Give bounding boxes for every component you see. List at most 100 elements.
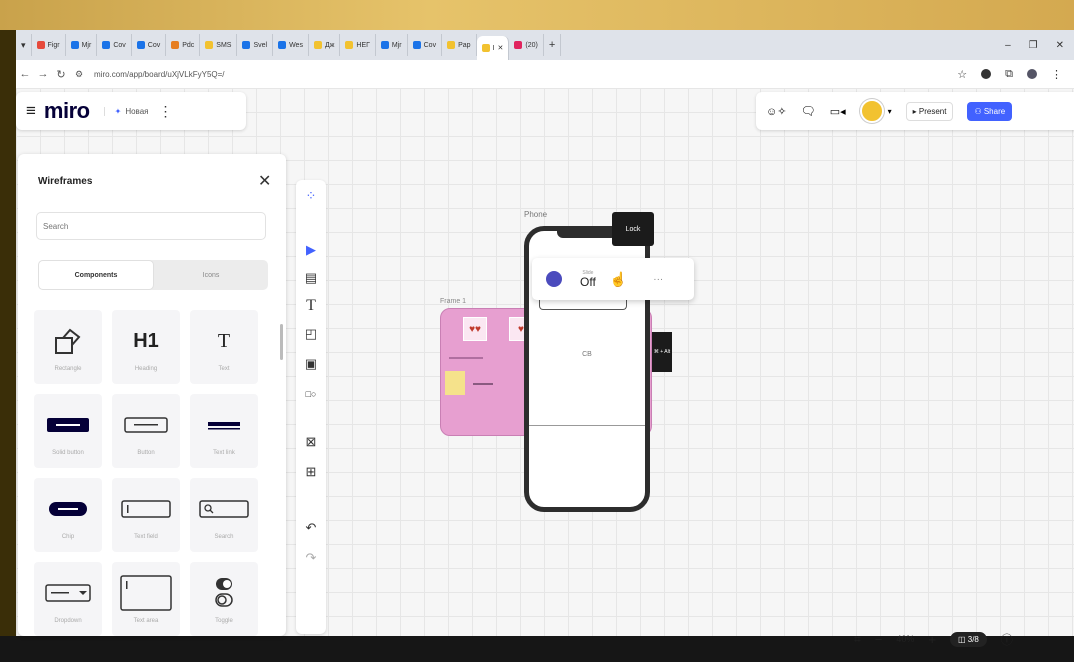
- url-field[interactable]: miro.com/app/board/uXjVLkFyY5Q=/: [94, 70, 225, 79]
- component-tile[interactable]: Solid button: [34, 394, 102, 468]
- avatar[interactable]: [859, 99, 884, 123]
- text-link-icon: [190, 408, 258, 442]
- back-icon[interactable]: ←: [16, 68, 34, 80]
- tab-search-icon[interactable]: ▾: [16, 34, 32, 56]
- main-menu-icon[interactable]: ≡: [26, 101, 36, 121]
- profile-icon[interactable]: [1027, 69, 1037, 79]
- component-tile[interactable]: Chip: [34, 478, 102, 552]
- tab-icons[interactable]: Icons: [154, 260, 268, 290]
- present-button[interactable]: ▸ Present: [905, 101, 954, 121]
- search-field-icon: [190, 492, 258, 526]
- shapes-icon[interactable]: □○: [296, 382, 326, 406]
- panel-scrollbar[interactable]: [280, 324, 283, 360]
- component-tile[interactable]: Text area: [112, 562, 180, 636]
- comments-icon[interactable]: 🗨: [800, 104, 815, 118]
- component-label: Search: [214, 534, 234, 540]
- browser-tab[interactable]: Mjr: [376, 34, 408, 56]
- component-tile[interactable]: Rectangle: [34, 310, 102, 384]
- panel-tabs: Components Icons: [38, 260, 268, 290]
- fit-screen-icon[interactable]: ⌗: [854, 632, 861, 647]
- pages-button[interactable]: ◫ 3/8: [949, 631, 987, 647]
- browser-tab[interactable]: Figr: [32, 34, 66, 56]
- board-name[interactable]: ✦ Новая: [103, 106, 148, 116]
- component-tile[interactable]: Text link: [190, 394, 258, 468]
- close-icon[interactable]: ✕: [258, 171, 271, 191]
- share-button[interactable]: ⚇ Share: [967, 101, 1013, 121]
- component-tile[interactable]: Text field: [112, 478, 180, 552]
- close-window-icon[interactable]: ✕: [1056, 40, 1064, 51]
- component-label: Toggle: [215, 618, 233, 624]
- ai-tools-icon[interactable]: ⁘: [296, 184, 326, 208]
- avatar-dropdown-icon[interactable]: ▾: [888, 107, 892, 116]
- minimize-icon[interactable]: –: [1005, 40, 1011, 51]
- component-tile[interactable]: H1 Heading: [112, 310, 180, 384]
- tab-label: Mjr: [81, 41, 92, 49]
- site-info-icon[interactable]: ⚙: [70, 69, 88, 80]
- component-tile[interactable]: Dropdown: [34, 562, 102, 636]
- bookmark-star-icon[interactable]: ☆: [957, 68, 967, 81]
- browser-tab[interactable]: Pdc: [166, 34, 201, 56]
- reactions-icon[interactable]: ☺✧: [766, 105, 786, 118]
- hand-icon[interactable]: ☝: [610, 271, 627, 288]
- component-label: Text field: [134, 534, 158, 540]
- browser-tab[interactable]: Svel: [237, 34, 274, 56]
- help-icon[interactable]: ⓘ: [1001, 631, 1013, 648]
- browser-tab[interactable]: (20): [509, 34, 544, 56]
- tab-label: Svel: [253, 41, 268, 49]
- tab-components[interactable]: Components: [38, 260, 154, 290]
- reload-icon[interactable]: ↻: [52, 68, 70, 81]
- sticky-note[interactable]: [445, 371, 465, 395]
- close-tab-icon[interactable]: ✕: [498, 44, 504, 52]
- text-tool-icon[interactable]: T: [296, 294, 326, 318]
- component-tile[interactable]: Toggle: [190, 562, 258, 636]
- zoom-level[interactable]: 40%: [896, 634, 914, 644]
- forward-icon[interactable]: →: [34, 68, 52, 80]
- more-options-icon[interactable]: ···: [653, 274, 663, 285]
- extensions-puzzle-icon[interactable]: ⧉: [1005, 68, 1013, 81]
- zoom-out-button[interactable]: −: [875, 632, 883, 647]
- browser-tab[interactable]: Wes: [273, 34, 309, 56]
- comment-tool-icon[interactable]: ▣: [296, 352, 326, 376]
- component-label: Chip: [61, 534, 75, 540]
- toggle-icon: [190, 576, 258, 610]
- browser-tab[interactable]: НЕГ: [340, 34, 376, 56]
- extension-icon[interactable]: [981, 69, 992, 79]
- tab-favicon-icon: [313, 41, 322, 49]
- browser-tab[interactable]: I ✕: [476, 36, 510, 60]
- component-tile[interactable]: T Text: [190, 310, 258, 384]
- search-input[interactable]: [36, 212, 266, 240]
- new-tab-button[interactable]: +: [544, 34, 562, 56]
- component-label: Text: [218, 366, 230, 372]
- maximize-icon[interactable]: ❐: [1029, 40, 1038, 51]
- tab-favicon-icon: [412, 41, 421, 49]
- browser-tab[interactable]: SMS: [200, 34, 238, 56]
- slide-toggle[interactable]: Slide Off: [580, 270, 596, 288]
- sticky-note-icon[interactable]: ◰: [296, 322, 326, 346]
- browser-tab[interactable]: Pap: [442, 34, 477, 56]
- heart-card[interactable]: ♥♥: [463, 317, 487, 341]
- tab-label: Wes: [289, 41, 303, 49]
- browser-tab[interactable]: Cov: [97, 34, 132, 56]
- board-options-icon[interactable]: ⋮: [158, 103, 172, 120]
- component-label: Solid button: [52, 450, 84, 456]
- video-call-icon[interactable]: ▭◂: [830, 105, 846, 118]
- browser-tab[interactable]: Cov: [132, 34, 167, 56]
- chip-icon: [34, 492, 102, 526]
- browser-tab[interactable]: Mjr: [66, 34, 98, 56]
- color-picker[interactable]: [546, 271, 562, 287]
- component-label: Dropdown: [54, 618, 82, 624]
- browser-menu-icon[interactable]: ⋮: [1051, 68, 1062, 81]
- component-tile[interactable]: Search: [190, 478, 258, 552]
- share-user-icon: ⚇: [974, 106, 984, 116]
- undo-icon[interactable]: ↶: [296, 516, 326, 540]
- select-tool-icon[interactable]: ▶: [296, 238, 326, 262]
- add-more-icon[interactable]: ⊞: [296, 460, 326, 484]
- context-toolbar: Slide Off ☝ ···: [532, 258, 694, 300]
- templates-icon[interactable]: ▤: [296, 266, 326, 290]
- redo-icon[interactable]: ↷: [296, 546, 326, 570]
- browser-tab[interactable]: Cov: [408, 34, 443, 56]
- browser-tab[interactable]: Дж: [309, 34, 341, 56]
- zoom-in-button[interactable]: +: [928, 632, 936, 647]
- component-tile[interactable]: Button: [112, 394, 180, 468]
- frame-tool-icon[interactable]: ⊠: [296, 430, 326, 454]
